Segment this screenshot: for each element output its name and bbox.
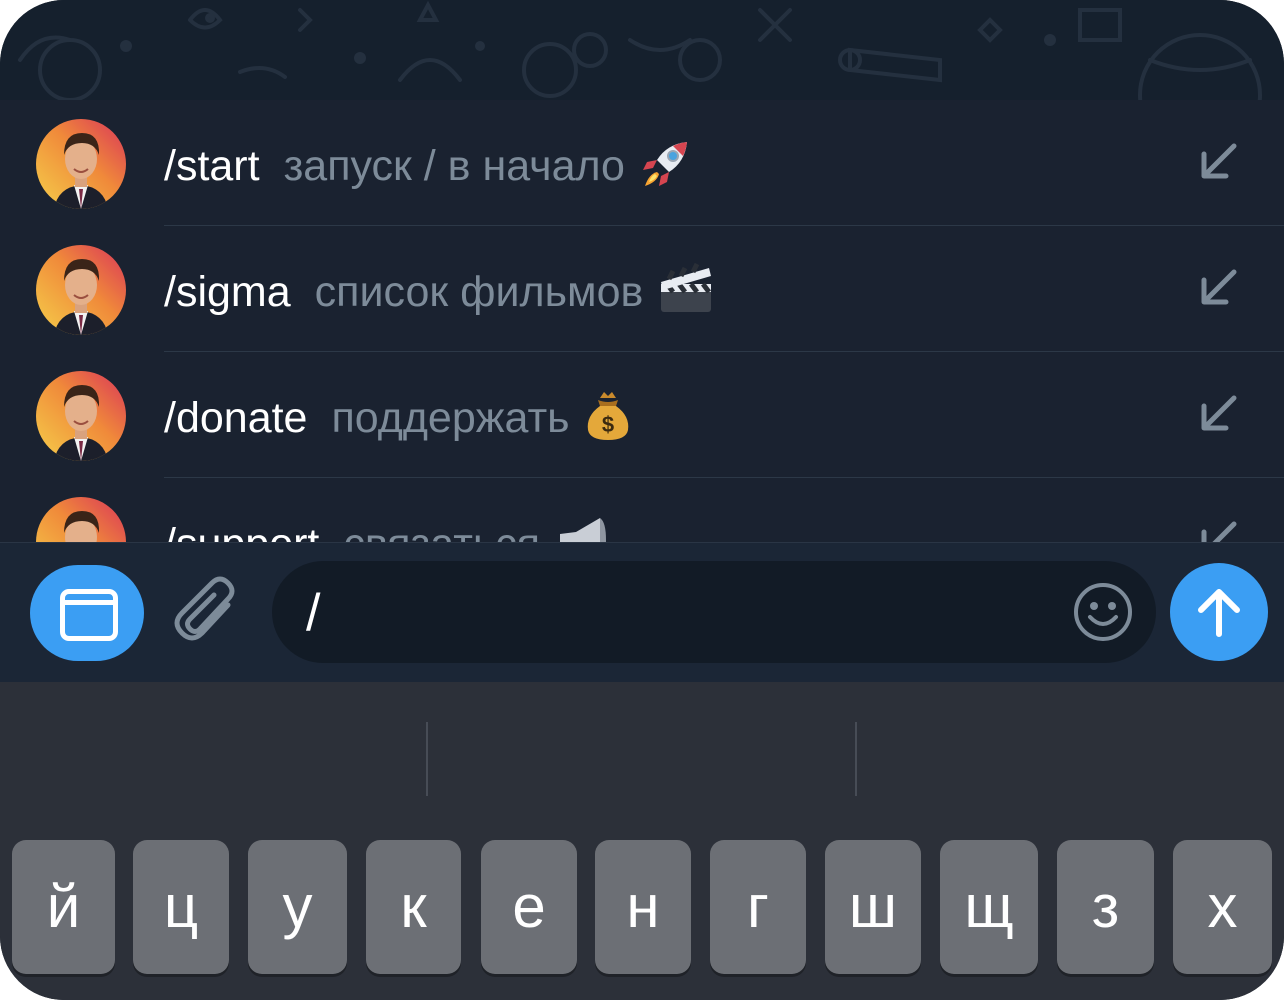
command-name: /donate — [164, 393, 308, 442]
key-k[interactable]: к — [366, 840, 461, 974]
money-bag-icon: $ — [584, 388, 632, 453]
key-z[interactable]: з — [1057, 840, 1154, 974]
insert-command-arrow-icon[interactable] — [1196, 392, 1240, 436]
rocket-icon — [639, 136, 693, 201]
prediction-divider — [426, 722, 428, 796]
insert-command-arrow-icon[interactable] — [1196, 140, 1240, 184]
command-name: /start — [164, 141, 260, 190]
command-name: /support — [164, 520, 319, 542]
command-description: связаться — [343, 520, 540, 542]
megaphone-icon — [554, 514, 610, 542]
command-description: поддержать — [331, 393, 570, 442]
message-input-text: / — [306, 584, 321, 642]
insert-command-arrow-icon[interactable] — [1196, 518, 1240, 542]
arrow-up-icon — [1198, 589, 1240, 637]
clapper-board-icon — [657, 262, 715, 327]
command-item-start[interactable]: /start запуск / в начало — [0, 100, 1284, 226]
bot-avatar — [36, 497, 126, 542]
bot-avatar — [36, 371, 126, 461]
key-g[interactable]: г — [710, 840, 806, 974]
key-shch[interactable]: щ — [940, 840, 1038, 974]
bot-menu-button[interactable] — [30, 565, 144, 661]
command-item-sigma[interactable]: /sigma список фильмов — [0, 226, 1284, 352]
bot-command-suggestions: /start запуск / в начало /sigma список ф… — [0, 100, 1284, 542]
prediction-divider — [855, 722, 857, 796]
sticker-smile-icon[interactable] — [1072, 581, 1134, 643]
send-button[interactable] — [1170, 563, 1268, 661]
svg-text:$: $ — [601, 412, 613, 437]
chat-wallpaper — [0, 0, 1284, 100]
key-y-short[interactable]: й — [12, 840, 115, 974]
key-ye[interactable]: е — [481, 840, 577, 974]
key-n[interactable]: н — [595, 840, 691, 974]
message-input-bar: / — [0, 542, 1284, 682]
bot-avatar — [36, 119, 126, 209]
command-item-support[interactable]: /support связаться — [0, 478, 1284, 542]
command-name: /sigma — [164, 267, 291, 316]
command-item-donate[interactable]: /donate поддержать $ — [0, 352, 1284, 478]
app-window-icon — [60, 589, 118, 641]
insert-command-arrow-icon[interactable] — [1196, 266, 1240, 310]
bot-avatar — [36, 245, 126, 335]
command-description: список фильмов — [314, 267, 644, 316]
onscreen-keyboard: й ц у к е н г ш щ з х — [0, 682, 1284, 1000]
telegram-chat-screen: /start запуск / в начало /sigma список ф… — [0, 0, 1284, 1000]
key-kh[interactable]: х — [1173, 840, 1272, 974]
key-sh[interactable]: ш — [825, 840, 921, 974]
command-description: запуск / в начало — [283, 141, 625, 190]
key-u[interactable]: у — [248, 840, 347, 974]
paperclip-icon[interactable] — [172, 575, 244, 651]
message-input[interactable]: / — [272, 561, 1156, 663]
key-ts[interactable]: ц — [133, 840, 229, 974]
